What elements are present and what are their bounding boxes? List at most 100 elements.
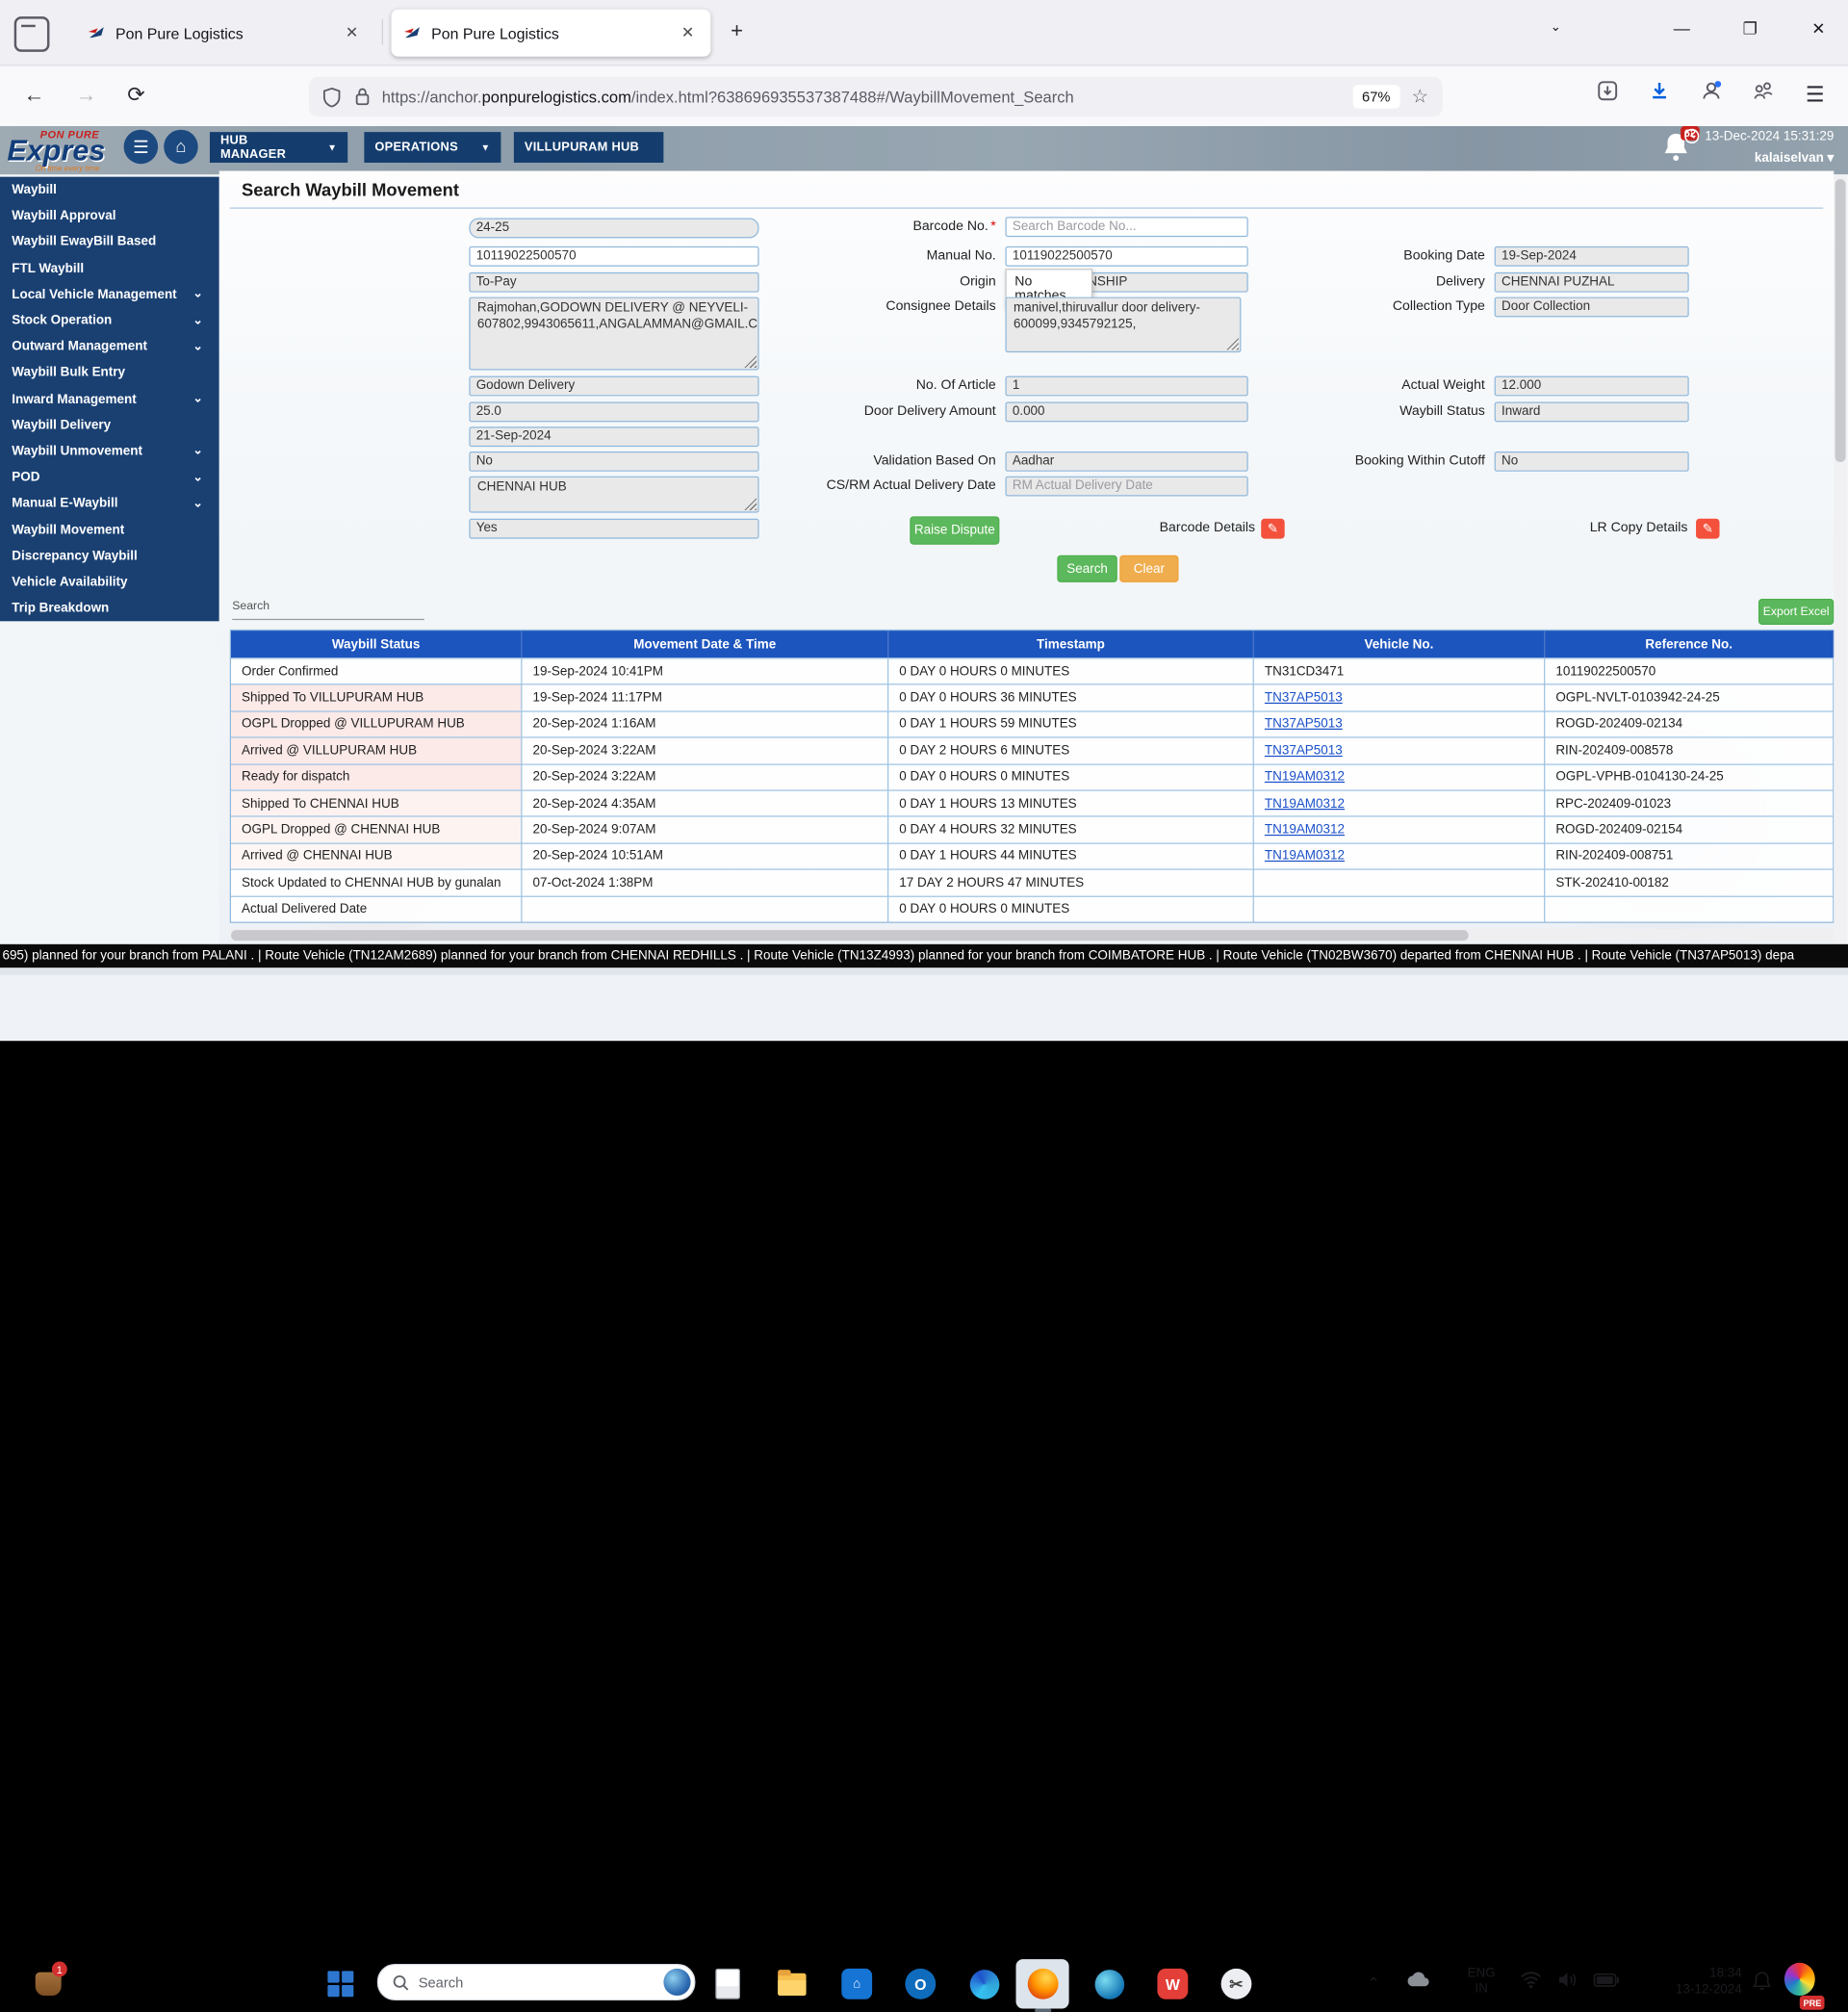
taskbar-app-browser2[interactable] [1093, 1969, 1124, 1999]
taskbar-app-wps[interactable]: W [1157, 1969, 1188, 1999]
taskbar-app-document[interactable] [712, 1969, 743, 1999]
browser-tab-1[interactable]: Pon Pure Logistics ✕ [75, 10, 374, 57]
forward-icon[interactable]: → [75, 83, 96, 108]
accounting-year-select[interactable]: 24-25 [469, 219, 758, 239]
sidebar-item-waybill-movement[interactable]: Waybill Movement [0, 517, 219, 543]
sidebar-item-waybill-delivery[interactable]: Waybill Delivery [0, 412, 219, 438]
new-tab-button[interactable]: + [731, 19, 743, 44]
window-close-button[interactable]: ✕ [1801, 19, 1836, 39]
taskbar-app-firefox[interactable] [1028, 1969, 1059, 1999]
zoom-level-badge[interactable]: 67% [1352, 85, 1399, 108]
waybill-type-field[interactable]: To-Pay [469, 272, 758, 293]
consignee-details-textarea[interactable]: manivel,thiruvallur door delivery-600099… [1005, 297, 1241, 353]
taskbar-app-edge[interactable] [969, 1969, 1000, 1999]
browser-tab-2[interactable]: Pon Pure Logistics ✕ [392, 10, 711, 57]
sidebar-item-waybill-approval[interactable]: Waybill Approval [0, 203, 219, 229]
sidebar-item-waybill-ewaybill-based[interactable]: Waybill EwayBill Based [0, 229, 219, 255]
taskbar-app-store[interactable]: ⌂ [841, 1969, 872, 1999]
tab-close-icon[interactable]: ✕ [677, 21, 699, 44]
menu-hamburger-icon[interactable]: ☰ [1806, 83, 1825, 108]
vehicle-no-link[interactable]: TN19AM0312 [1265, 770, 1345, 785]
menu-toggle-icon[interactable]: ☰ [124, 130, 159, 165]
sidebar-item-vehicle-availability[interactable]: Vehicle Availability [0, 569, 219, 595]
door-delivery-amount-field[interactable]: 0.000 [1005, 402, 1247, 423]
no-of-article-field[interactable]: 1 [1005, 376, 1247, 397]
notification-center-bell[interactable] [1753, 1971, 1772, 1994]
url-bar[interactable]: https://anchor.ponpurelogistics.com/inde… [309, 77, 1443, 117]
lock-icon[interactable] [355, 88, 371, 107]
role-dropdown[interactable]: HUB MANAGER▼ [210, 132, 347, 163]
downloads-icon[interactable] [1649, 80, 1670, 107]
horizontal-scrollbar[interactable] [230, 929, 1835, 942]
clock-datetime[interactable]: 18:3413-12-2024 [1648, 1965, 1742, 1998]
taskbar-app-colorful[interactable] [1784, 1964, 1815, 1995]
barcode-enabled-field[interactable]: Yes [469, 519, 758, 539]
table-header-cell[interactable]: Vehicle No. [1254, 631, 1545, 658]
vehicle-no-link[interactable]: TN37AP5013 [1265, 691, 1343, 706]
table-header-cell[interactable]: Reference No. [1545, 631, 1834, 658]
sidebar-item-inward-management[interactable]: Inward Management⌄ [0, 386, 219, 412]
vehicle-no-link[interactable]: TN19AM0312 [1265, 849, 1345, 864]
table-header-cell[interactable]: Waybill Status [231, 631, 522, 658]
onedrive-cloud-icon[interactable] [1405, 1971, 1431, 1993]
lr-copy-details-edit-icon[interactable]: ✎ [1696, 519, 1719, 539]
sidebar-item-trip-breakdown[interactable]: Trip Breakdown [0, 595, 219, 621]
export-excel-button[interactable]: Export Excel [1758, 599, 1834, 625]
collection-type-field[interactable]: Door Collection [1495, 297, 1689, 318]
start-button[interactable] [325, 1969, 356, 1999]
actual-weight-field[interactable]: 12.000 [1495, 376, 1689, 397]
window-minimize-button[interactable]: — [1664, 19, 1700, 39]
booking-date-field[interactable]: 19-Sep-2024 [1495, 246, 1689, 267]
sidebar-item-outward-management[interactable]: Outward Management⌄ [0, 334, 219, 360]
back-icon[interactable]: ← [23, 83, 44, 108]
taskbar-search[interactable]: Search [377, 1964, 696, 2000]
delivery-field[interactable]: CHENNAI PUZHAL [1495, 272, 1689, 293]
tray-app-icon[interactable]: 1 [33, 1969, 64, 1999]
vertical-scrollbar[interactable] [1834, 174, 1846, 944]
barcode-details-edit-icon[interactable]: ✎ [1261, 519, 1284, 539]
sidebar-item-discrepancy-waybill[interactable]: Discrepancy Waybill [0, 543, 219, 569]
reload-icon[interactable]: ⟳ [127, 83, 144, 108]
manual-no-input[interactable]: 10119022500570 [1005, 246, 1247, 267]
volume-icon[interactable] [1558, 1971, 1578, 1992]
table-filter-input[interactable] [232, 619, 424, 620]
vehicle-no-link[interactable]: TN19AM0312 [1265, 796, 1345, 811]
waybill-no-input[interactable]: 10119022500570 [469, 246, 758, 267]
table-header-cell[interactable]: Movement Date & Time [522, 631, 888, 658]
battery-icon[interactable] [1594, 1973, 1620, 1991]
tab-close-icon[interactable]: ✕ [341, 21, 363, 44]
barcode-no-input[interactable]: Search Barcode No... [1005, 217, 1247, 237]
sidebar-item-local-vehicle-management[interactable]: Local Vehicle Management⌄ [0, 281, 219, 307]
operations-dropdown[interactable]: OPERATIONS▼ [364, 132, 500, 163]
share-icon[interactable] [1753, 80, 1774, 107]
chargeable-weight-field[interactable]: 25.0 [469, 402, 758, 423]
taskbar-app-file-explorer[interactable] [777, 1969, 808, 1999]
bookmark-star-icon[interactable]: ☆ [1412, 85, 1429, 108]
firefox-view-icon[interactable] [14, 16, 50, 52]
save-page-icon[interactable] [1597, 80, 1618, 107]
sidebar-item-manual-e-waybill[interactable]: Manual E-Waybill⌄ [0, 491, 219, 517]
search-button[interactable]: Search [1057, 555, 1116, 582]
sidebar-item-waybill-unmovement[interactable]: Waybill Unmovement⌄ [0, 438, 219, 464]
consignor-details-textarea[interactable]: Rajmohan,GODOWN DELIVERY @ NEYVELI-60780… [469, 297, 758, 371]
clear-button[interactable]: Clear [1119, 555, 1178, 582]
expected-delivery-tat-field[interactable]: 21-Sep-2024 [469, 426, 758, 447]
hub-label[interactable]: VILLUPURAM HUB [514, 132, 664, 163]
wifi-icon[interactable] [1521, 1971, 1542, 1992]
tray-overflow-chevron[interactable]: ⌃ [1367, 1974, 1379, 1994]
account-icon[interactable] [1701, 80, 1722, 107]
vehicle-no-link[interactable]: TN37AP5013 [1265, 743, 1343, 758]
user-menu[interactable]: kalaiselvan ▾ [1755, 150, 1834, 166]
language-indicator[interactable]: ENGIN [1467, 1966, 1495, 1997]
consignor-validation-field[interactable]: No [469, 451, 758, 472]
sidebar-item-pod[interactable]: POD⌄ [0, 465, 219, 491]
ponpure-logo[interactable]: PON PURE Expres On time every time [5, 127, 122, 174]
validation-based-on-field[interactable]: Aadhar [1005, 451, 1247, 472]
delivery-type-field[interactable]: Godown Delivery [469, 376, 758, 397]
sidebar-item-ftl-waybill[interactable]: FTL Waybill [0, 255, 219, 281]
waybill-status-field[interactable]: Inward [1495, 402, 1689, 423]
home-icon[interactable]: ⌂ [164, 130, 198, 165]
sidebar-item-waybill-bulk-entry[interactable]: Waybill Bulk Entry [0, 360, 219, 386]
vehicle-no-link[interactable]: TN19AM0312 [1265, 823, 1345, 838]
table-header-cell[interactable]: Timestamp [888, 631, 1254, 658]
